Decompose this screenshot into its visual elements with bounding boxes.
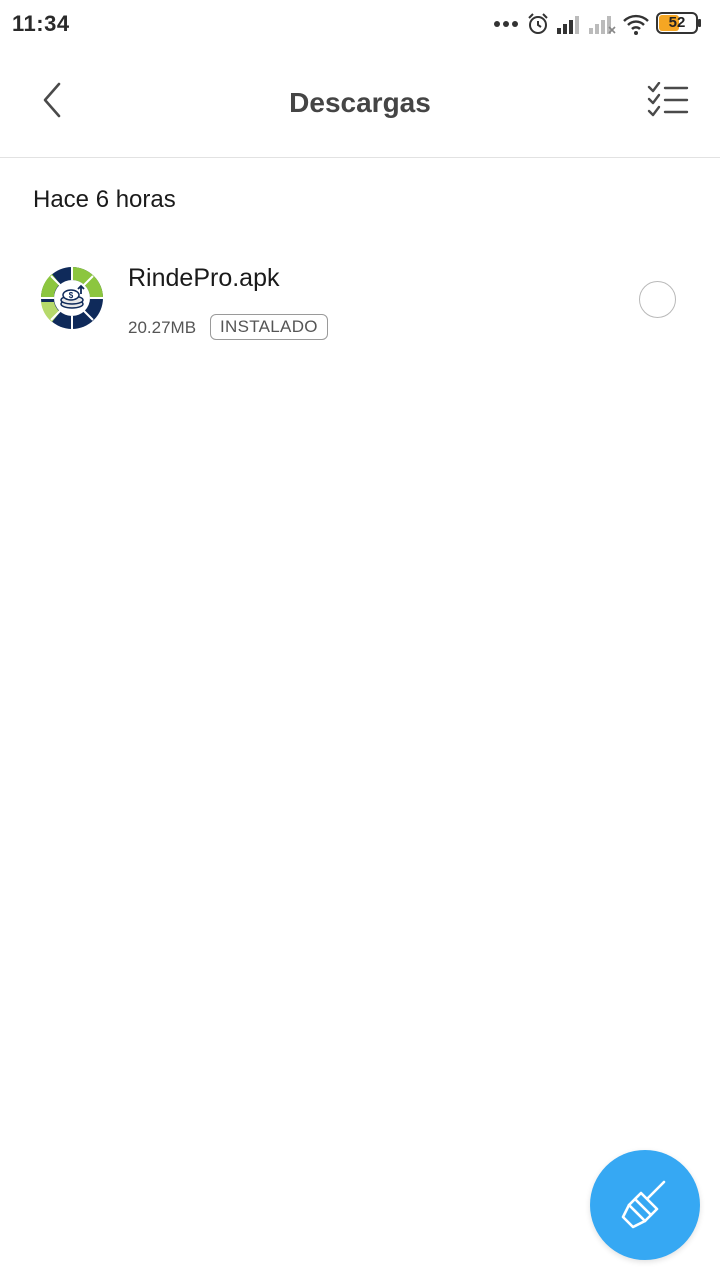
item-select-radio[interactable] xyxy=(639,281,676,318)
file-name: RindePro.apk xyxy=(128,264,280,292)
status-badge: INSTALADO xyxy=(210,314,328,340)
downloads-screen: 11:34 52 Descargas Hace 6 horas $ RindeP… xyxy=(0,0,720,1280)
checklist-icon xyxy=(647,82,689,117)
signal-2-no-service-icon xyxy=(589,16,616,34)
svg-text:$: $ xyxy=(69,291,74,300)
status-time: 11:34 xyxy=(12,11,70,36)
battery-level: 52 xyxy=(668,14,686,31)
battery-icon: 52 xyxy=(656,12,702,34)
alarm-icon xyxy=(528,13,548,34)
rindepro-app-icon: $ xyxy=(40,267,103,329)
status-icons: 52 xyxy=(490,10,710,38)
download-list-item[interactable]: $ RindePro.apk 20.27MB INSTALADO xyxy=(0,240,720,358)
header-bar: Descargas xyxy=(0,48,720,158)
signal-1-icon xyxy=(557,16,579,34)
page-title: Descargas xyxy=(289,87,431,118)
more-dots-icon xyxy=(494,21,518,27)
status-bar: 11:34 52 xyxy=(0,0,720,48)
select-mode-button[interactable] xyxy=(638,70,698,130)
wifi-icon xyxy=(623,14,649,35)
clean-fab-button[interactable] xyxy=(590,1150,700,1260)
broom-clean-icon xyxy=(621,1180,666,1229)
section-title: Hace 6 horas xyxy=(33,186,176,213)
file-size: 20.27MB xyxy=(128,318,197,337)
